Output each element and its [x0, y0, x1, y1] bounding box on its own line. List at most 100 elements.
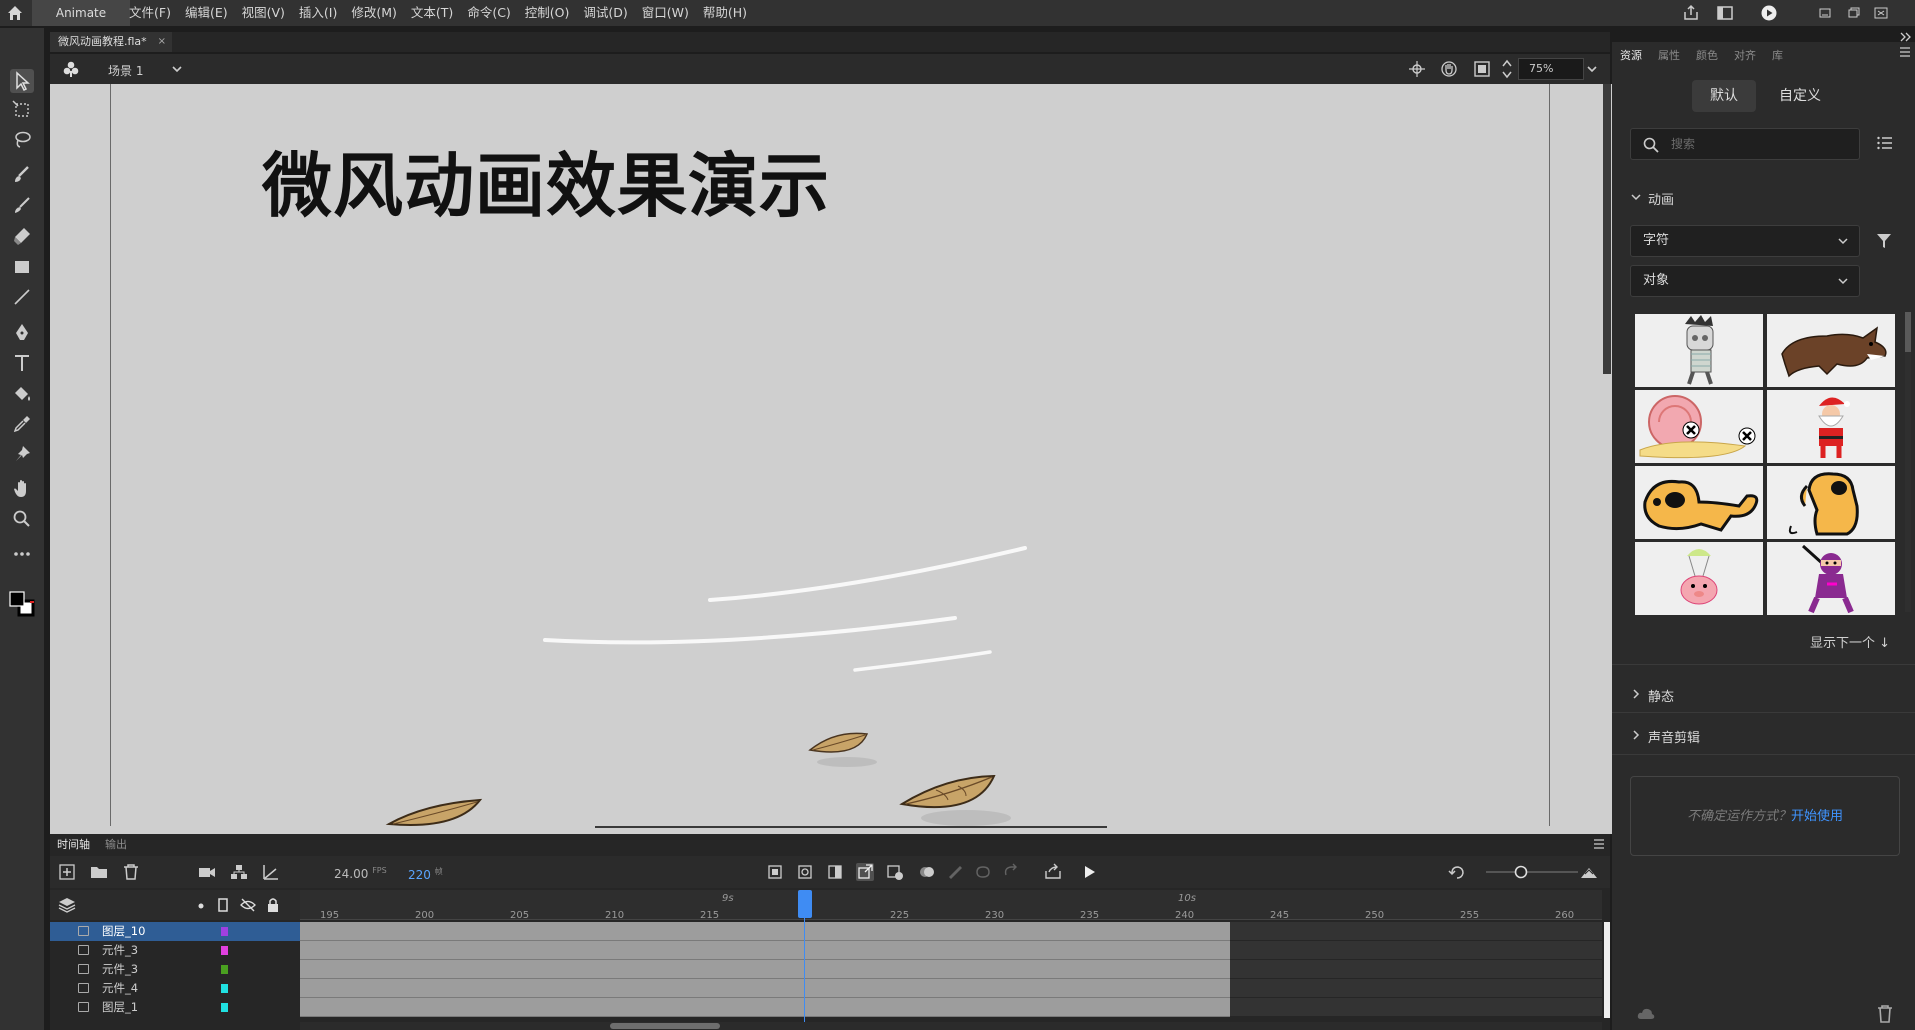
playhead[interactable]: [798, 890, 812, 918]
new-layer-icon[interactable]: [58, 863, 76, 881]
timeline-vertical-scrollbar[interactable]: [1604, 922, 1610, 1018]
edit-multiple-frames-icon[interactable]: [946, 863, 964, 881]
section-animation[interactable]: 动画: [1648, 189, 1674, 208]
stage-hscroll-thumb[interactable]: [595, 826, 1107, 834]
insert-blank-keyframe-icon[interactable]: [796, 863, 814, 881]
loop-icon[interactable]: [974, 863, 992, 881]
layer-color-swatch[interactable]: [221, 965, 228, 974]
selection-tool-icon[interactable]: [10, 69, 34, 93]
scene-dropdown-chevron-icon[interactable]: [170, 62, 184, 76]
chevron-down-icon[interactable]: [1630, 191, 1642, 203]
scene-label[interactable]: 场景 1: [108, 62, 143, 79]
menu-edit[interactable]: 编辑(E): [178, 0, 235, 26]
zoom-stepper-icon[interactable]: [1500, 57, 1514, 81]
panel-menu-icon[interactable]: [1898, 46, 1912, 58]
visibility-icon[interactable]: [240, 897, 256, 913]
zoom-icon[interactable]: [10, 507, 34, 531]
stage-title-text[interactable]: 微风动画效果演示: [262, 130, 830, 231]
segment-default[interactable]: 默认: [1692, 80, 1756, 112]
fps-readout[interactable]: 24.00 FPS: [334, 866, 387, 881]
tab-properties[interactable]: 属性: [1658, 47, 1680, 63]
zoom-slider-track[interactable]: [1486, 871, 1578, 873]
pin-icon[interactable]: [10, 442, 34, 466]
asset-thumbnail-pig-parachute[interactable]: [1635, 542, 1763, 615]
scene-symbol-icon[interactable]: [62, 60, 80, 78]
layer-row[interactable]: 元件_3: [50, 960, 300, 979]
delete-layer-icon[interactable]: [122, 863, 140, 881]
wind-lines[interactable]: [520, 520, 1040, 690]
asset-thumbnail-mummy[interactable]: [1635, 314, 1763, 387]
line-icon[interactable]: [10, 285, 34, 309]
zoom-input[interactable]: 75%: [1518, 58, 1584, 80]
pen-icon[interactable]: [10, 321, 34, 345]
show-next-link[interactable]: 显示下一个 ↓: [1810, 632, 1890, 651]
filter-icon[interactable]: [1874, 231, 1894, 251]
layer-color-swatch[interactable]: [221, 927, 228, 936]
tab-library[interactable]: 库: [1772, 47, 1783, 63]
paint-brush-icon[interactable]: [10, 193, 34, 217]
timeline-zoom-icon[interactable]: [1580, 863, 1598, 881]
trash-icon[interactable]: [1876, 1004, 1894, 1024]
asset-thumbnail-ninja[interactable]: [1767, 542, 1895, 615]
asset-thumbnail-snail[interactable]: [1635, 390, 1763, 463]
chevron-right-icon[interactable]: [1630, 688, 1642, 700]
minimize-icon[interactable]: [1816, 4, 1834, 22]
collapse-panel-icon[interactable]: [1898, 30, 1912, 44]
asset-thumbnail-wolf[interactable]: [1767, 314, 1895, 387]
section-sound-clips[interactable]: 声音剪辑: [1648, 727, 1700, 746]
category-dropdown[interactable]: 字符: [1630, 225, 1860, 257]
stage-hand-icon[interactable]: [1440, 60, 1458, 78]
stage-vertical-scrollbar[interactable]: [1602, 84, 1612, 834]
asset-thumbnail-dog-sitting[interactable]: [1767, 466, 1895, 539]
current-frame-readout[interactable]: 220 帧: [408, 866, 443, 882]
list-view-icon[interactable]: [1876, 134, 1894, 152]
menu-insert[interactable]: 插入(I): [292, 0, 344, 26]
tab-timeline[interactable]: 时间轴: [57, 836, 90, 852]
menu-file[interactable]: 文件(F): [122, 0, 178, 26]
empty-frames[interactable]: [1230, 960, 1602, 979]
layers-icon[interactable]: [58, 896, 76, 914]
section-static[interactable]: 静态: [1648, 686, 1674, 705]
menu-text[interactable]: 文本(T): [404, 0, 460, 26]
lasso-icon[interactable]: [10, 128, 34, 152]
tab-align[interactable]: 对齐: [1734, 47, 1756, 63]
restore-icon[interactable]: [1844, 4, 1862, 22]
create-tween-icon[interactable]: [886, 863, 904, 881]
layer-row[interactable]: 元件_4: [50, 979, 300, 998]
auto-keyframe-icon[interactable]: [856, 863, 874, 881]
repeat-icon[interactable]: [1002, 863, 1020, 881]
insert-keyframe-icon[interactable]: [766, 863, 784, 881]
cloud-upload-icon[interactable]: [1636, 1004, 1656, 1024]
timeline-menu-icon[interactable]: [1592, 838, 1606, 850]
camera-icon[interactable]: [198, 863, 216, 881]
zoom-dropdown-chevron-icon[interactable]: [1585, 62, 1599, 76]
tab-output[interactable]: 输出: [105, 836, 127, 852]
empty-frames[interactable]: [1230, 941, 1602, 960]
home-icon[interactable]: [6, 4, 24, 22]
onion-skin-icon[interactable]: [918, 863, 936, 881]
workspace-icon[interactable]: [1716, 4, 1734, 22]
menu-help[interactable]: 帮助(H): [696, 0, 754, 26]
eraser-icon[interactable]: [10, 224, 34, 248]
stage-horizontal-scrollbar[interactable]: [50, 826, 1602, 834]
layer-depth-icon[interactable]: [262, 863, 280, 881]
asset-thumbnail-santa[interactable]: [1767, 390, 1895, 463]
layer-color-swatch[interactable]: [221, 946, 228, 955]
clip-stage-icon[interactable]: [1473, 60, 1491, 78]
leaf-bottom[interactable]: [385, 796, 485, 830]
snap-center-icon[interactable]: [1408, 60, 1426, 78]
frame-span[interactable]: [300, 998, 1230, 1017]
frame-span[interactable]: [300, 922, 1230, 941]
close-tab-icon[interactable]: ×: [158, 32, 166, 52]
export-icon[interactable]: [1044, 863, 1062, 881]
layer-row[interactable]: 图层_1: [50, 998, 300, 1017]
stroke-fill-color-icon[interactable]: [8, 590, 36, 620]
zoom-slider-handle[interactable]: [1512, 863, 1530, 881]
layer-color-swatch[interactable]: [221, 984, 228, 993]
menu-view[interactable]: 视图(V): [235, 0, 292, 26]
empty-frames[interactable]: [1230, 922, 1602, 941]
new-folder-icon[interactable]: [90, 863, 108, 881]
menu-control[interactable]: 控制(O): [518, 0, 577, 26]
search-input[interactable]: [1671, 135, 1851, 153]
paint-bucket-icon[interactable]: [10, 382, 34, 406]
